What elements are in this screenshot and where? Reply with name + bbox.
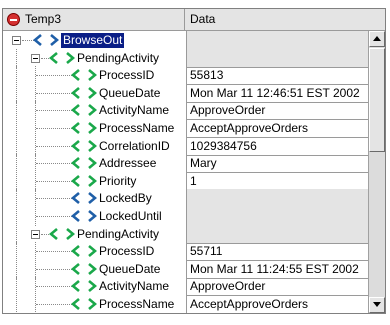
- tree-row[interactable]: PendingActivity: [3, 224, 368, 244]
- tree-node[interactable]: Priority: [3, 171, 186, 191]
- xml-field-icon: [71, 280, 97, 293]
- tree-row[interactable]: Addressee Mary: [3, 154, 368, 174]
- node-value: [186, 31, 368, 50]
- column-header: Temp3 Data: [3, 9, 385, 31]
- scroll-up-button[interactable]: [369, 31, 385, 47]
- collapse-icon[interactable]: [7, 13, 20, 26]
- tree-node[interactable]: QueueDate: [3, 83, 186, 103]
- node-label: LockedBy: [99, 191, 152, 206]
- node-value[interactable]: ApproveOrder: [186, 101, 368, 121]
- node-label: ProcessName: [99, 297, 175, 311]
- tree-node[interactable]: ProcessName: [3, 119, 186, 138]
- tree-node[interactable]: Addressee: [3, 154, 186, 174]
- arrow-up-icon: [373, 36, 381, 41]
- tree-row[interactable]: PendingActivity: [3, 48, 368, 68]
- node-label: ActivityName: [99, 279, 170, 294]
- data-column-label: Data: [190, 12, 216, 26]
- node-label: ActivityName: [99, 103, 170, 118]
- arrow-down-icon: [373, 302, 381, 307]
- tree-node[interactable]: QueueDate: [3, 259, 186, 279]
- xml-field-icon: [71, 262, 97, 275]
- node-value: [186, 207, 368, 226]
- node-label: QueueDate: [99, 85, 161, 100]
- tree-node[interactable]: ActivityName: [3, 277, 186, 297]
- xml-field-icon: [71, 157, 97, 170]
- tree-node[interactable]: BrowseOut: [3, 31, 186, 50]
- vertical-scrollbar[interactable]: [368, 31, 385, 313]
- node-label: Priority: [99, 173, 137, 188]
- tree-row[interactable]: QueueDate Mon Mar 11 12:46:51 EST 2002: [3, 83, 368, 103]
- data-column-header[interactable]: Data: [186, 9, 385, 30]
- xml-field-icon: [71, 174, 97, 187]
- tree-row[interactable]: BrowseOut: [3, 31, 368, 50]
- tree-row[interactable]: QueueDate Mon Mar 11 11:24:55 EST 2002: [3, 259, 368, 279]
- xml-element-icon: [71, 210, 97, 222]
- tree-row[interactable]: ProcessName AcceptApproveOrders: [3, 119, 368, 138]
- node-label: PendingActivity: [77, 50, 160, 65]
- tree-row[interactable]: ProcessID 55813: [3, 66, 368, 86]
- tree-row[interactable]: ProcessID 55711: [3, 242, 368, 262]
- tree-node[interactable]: ActivityName: [3, 101, 186, 121]
- tree-row[interactable]: LockedUntil: [3, 207, 368, 226]
- tree-body: BrowseOut PendingActivity ProcessID 55813…: [3, 31, 368, 313]
- tree-node[interactable]: LockedUntil: [3, 207, 186, 226]
- tree-node[interactable]: LockedBy: [3, 189, 186, 209]
- xml-field-icon: [49, 51, 75, 64]
- node-label: ProcessName: [99, 121, 175, 135]
- tree-row[interactable]: CorrelationID 1029384756: [3, 136, 368, 156]
- tree-table: Temp3 Data BrowseOut PendingActivity Pro…: [2, 8, 386, 314]
- node-label: CorrelationID: [99, 138, 170, 153]
- tree-row[interactable]: Priority 1: [3, 171, 368, 191]
- xml-field-icon: [71, 122, 97, 134]
- node-label: ProcessID: [99, 68, 155, 83]
- node-label: LockedUntil: [99, 209, 162, 223]
- xml-element-icon: [71, 192, 97, 205]
- xml-field-icon: [71, 86, 97, 99]
- tree-node[interactable]: ProcessID: [3, 242, 186, 262]
- expand-toggle-icon[interactable]: [31, 229, 40, 239]
- node-label: QueueDate: [99, 261, 161, 276]
- node-label: ProcessID: [99, 244, 155, 259]
- scroll-down-button[interactable]: [369, 297, 385, 313]
- node-label: Addressee: [99, 156, 157, 171]
- xml-field-icon: [71, 139, 97, 152]
- tree-row[interactable]: ActivityName ApproveOrder: [3, 101, 368, 121]
- node-value[interactable]: ApproveOrder: [186, 277, 368, 297]
- node-value[interactable]: 55813: [186, 66, 368, 86]
- node-value[interactable]: 1: [186, 171, 368, 191]
- tree-row[interactable]: LockedBy: [3, 189, 368, 209]
- node-value[interactable]: AcceptApproveOrders: [186, 119, 368, 138]
- tree-node[interactable]: CorrelationID: [3, 136, 186, 156]
- xml-field-icon: [71, 245, 97, 258]
- xml-field-icon: [71, 104, 97, 117]
- node-value: [186, 189, 368, 209]
- tree-node[interactable]: ProcessName: [3, 295, 186, 313]
- node-value[interactable]: 1029384756: [186, 136, 368, 156]
- node-value[interactable]: Mary: [186, 154, 368, 174]
- xml-field-icon: [49, 227, 75, 240]
- node-value[interactable]: Mon Mar 11 11:24:55 EST 2002: [186, 259, 368, 279]
- tree-node[interactable]: ProcessID: [3, 66, 186, 86]
- name-column-header[interactable]: Temp3: [3, 9, 185, 30]
- xml-field-icon: [71, 69, 97, 82]
- tree-node[interactable]: PendingActivity: [3, 48, 186, 68]
- scroll-thumb[interactable]: [369, 48, 385, 152]
- name-column-label: Temp3: [25, 12, 62, 26]
- tree-row[interactable]: ActivityName ApproveOrder: [3, 277, 368, 297]
- node-value[interactable]: 55711: [186, 242, 368, 262]
- tree-node[interactable]: PendingActivity: [3, 224, 186, 244]
- node-value: [186, 48, 368, 68]
- node-value[interactable]: Mon Mar 11 12:46:51 EST 2002: [186, 83, 368, 103]
- node-label: PendingActivity: [77, 226, 160, 241]
- node-value[interactable]: AcceptApproveOrders: [186, 295, 368, 313]
- tree-row[interactable]: ProcessName AcceptApproveOrders: [3, 295, 368, 313]
- expand-toggle-icon[interactable]: [12, 36, 21, 45]
- xml-element-icon: [33, 34, 59, 46]
- expand-toggle-icon[interactable]: [31, 53, 40, 63]
- node-value: [186, 224, 368, 244]
- xml-field-icon: [71, 298, 97, 310]
- node-label: BrowseOut: [61, 33, 125, 48]
